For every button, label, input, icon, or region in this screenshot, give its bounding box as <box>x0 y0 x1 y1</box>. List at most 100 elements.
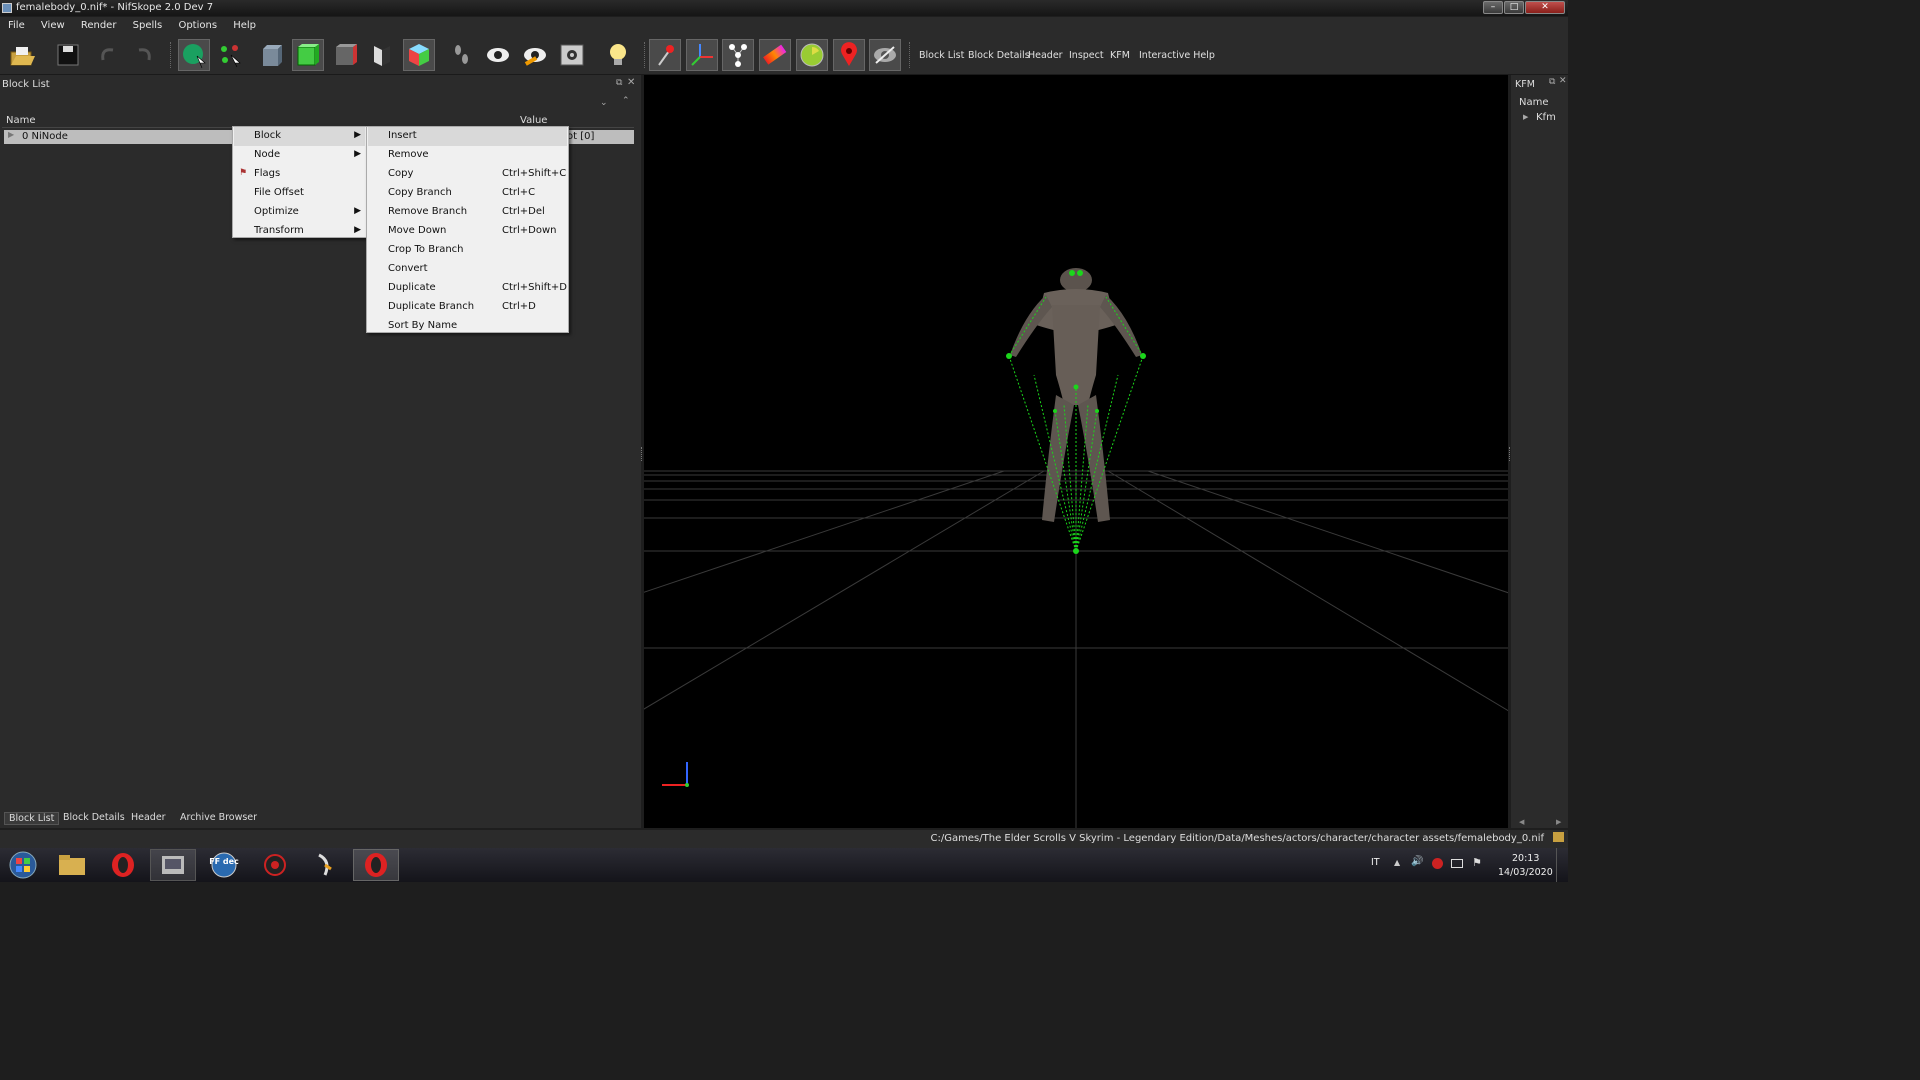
toolbar-block-details[interactable]: Block Details <box>965 49 1033 62</box>
submenu-item-insert[interactable]: Insert <box>368 127 567 146</box>
panel-title: Block List <box>2 79 50 90</box>
box-icon[interactable] <box>256 39 288 71</box>
close-panel-icon[interactable]: ✕ <box>1559 76 1567 86</box>
title-bar: femalebody_0.nif* - NifSkope 2.0 Dev 7 –… <box>0 0 1568 16</box>
submenu-item-sort-by-name[interactable]: Sort By Name <box>368 317 567 336</box>
menu-item-file-offset[interactable]: File Offset <box>234 184 365 203</box>
action-center-icon[interactable]: ⚑ <box>1472 856 1482 869</box>
clock-date[interactable]: 14/03/2020 <box>1498 867 1553 878</box>
nifskope-icon[interactable] <box>302 849 348 881</box>
menu-item-transform[interactable]: Transform ▶ <box>234 222 365 241</box>
submenu-item-remove[interactable]: Remove <box>368 146 567 165</box>
kfm-item[interactable]: Kfm <box>1536 112 1556 123</box>
submenu-item-remove-branch[interactable]: Remove Branch Ctrl+Del <box>368 203 567 222</box>
opera-icon[interactable] <box>100 849 146 881</box>
tab-archive-browser[interactable]: Archive Browser <box>176 812 261 823</box>
submenu-item-copy[interactable]: Copy Ctrl+Shift+C <box>368 165 567 184</box>
green-box-icon[interactable] <box>292 39 324 71</box>
minimize-button[interactable]: – <box>1483 1 1503 14</box>
select-object-icon[interactable] <box>178 39 210 71</box>
menu-render[interactable]: Render <box>73 17 122 35</box>
submenu-arrow-icon: ▶ <box>354 130 361 140</box>
toolbar-header[interactable]: Header <box>1025 49 1066 62</box>
language-indicator[interactable]: IT <box>1371 857 1380 868</box>
submenu-item-move-down[interactable]: Move Down Ctrl+Down <box>368 222 567 241</box>
kfm-column-name[interactable]: Name <box>1519 97 1549 108</box>
undo-icon[interactable] <box>92 39 124 71</box>
toolbar-kfm[interactable]: KFM <box>1107 49 1133 62</box>
clock-time[interactable]: 20:13 <box>1512 853 1539 864</box>
menu-spells[interactable]: Spells <box>125 17 168 35</box>
collapse-all-icon[interactable]: ⌃ <box>622 96 630 106</box>
network-icon[interactable] <box>1451 859 1463 868</box>
submenu-item-duplicate-branch[interactable]: Duplicate Branch Ctrl+D <box>368 298 567 317</box>
submenu-item-crop-to-branch[interactable]: Crop To Branch <box>368 241 567 260</box>
close-panel-icon[interactable]: ✕ <box>627 77 635 88</box>
folder-icon <box>1553 832 1564 842</box>
flip-icon[interactable] <box>366 39 398 71</box>
nodes-icon[interactable] <box>722 39 754 71</box>
menu-item-block[interactable]: Block ▶ <box>234 127 365 146</box>
media-icon[interactable] <box>150 849 196 881</box>
show-desktop-button[interactable] <box>1556 848 1568 882</box>
splitter-handle[interactable] <box>641 447 644 461</box>
toolbar-inspect[interactable]: Inspect <box>1066 49 1107 62</box>
expand-arrow-icon[interactable]: ▶ <box>8 130 14 139</box>
light-icon[interactable] <box>602 39 634 71</box>
explorer-icon[interactable] <box>49 849 95 881</box>
column-name[interactable]: Name <box>6 115 36 126</box>
menu-file[interactable]: File <box>0 17 30 35</box>
hidden-eye-icon[interactable] <box>869 39 901 71</box>
float-panel-icon[interactable]: ⧉ <box>616 78 622 88</box>
antivirus-icon[interactable] <box>1432 858 1443 869</box>
expand-all-icon[interactable]: ⌄ <box>600 98 608 108</box>
maximize-button[interactable]: □ <box>1504 1 1524 14</box>
marker-icon[interactable] <box>833 39 865 71</box>
show-hidden-icons[interactable]: ▲ <box>1394 858 1400 867</box>
float-panel-icon[interactable]: ⧉ <box>1549 77 1555 87</box>
close-button[interactable]: ✕ <box>1525 1 1565 14</box>
save-icon[interactable] <box>52 39 84 71</box>
window-title: femalebody_0.nif* - NifSkope 2.0 Dev 7 <box>16 2 214 13</box>
axes-icon[interactable] <box>686 39 718 71</box>
screenshot-icon[interactable] <box>556 39 588 71</box>
clock-icon[interactable] <box>796 39 828 71</box>
menu-item-optimize[interactable]: Optimize ▶ <box>234 203 365 222</box>
column-value[interactable]: Value <box>520 115 547 126</box>
scroll-right-icon[interactable]: ▶ <box>1556 818 1561 826</box>
select-vertex-icon[interactable] <box>214 39 246 71</box>
cube-icon[interactable] <box>403 39 435 71</box>
expand-arrow-icon[interactable]: ▶ <box>1523 113 1528 121</box>
submenu-item-copy-branch[interactable]: Copy Branch Ctrl+C <box>368 184 567 203</box>
volume-icon[interactable]: 🔊 <box>1411 856 1423 867</box>
footprint-icon[interactable] <box>446 39 478 71</box>
menu-item-flags[interactable]: ⚑ Flags <box>234 165 365 184</box>
tab-block-list[interactable]: Block List <box>4 812 60 825</box>
menu-options[interactable]: Options <box>170 17 222 35</box>
opera-active-icon[interactable] <box>353 849 399 881</box>
toolbar-interactive-help[interactable]: Interactive Help <box>1136 49 1218 62</box>
app-icon <box>2 3 12 13</box>
menu-item-node[interactable]: Node ▶ <box>234 146 365 165</box>
redo-icon[interactable] <box>128 39 160 71</box>
block-submenu: Insert Remove Copy Ctrl+Shift+C Copy Bran… <box>366 126 569 333</box>
ffdec-icon[interactable]: FF dec <box>201 849 247 881</box>
open-icon[interactable] <box>6 39 38 71</box>
eye-icon[interactable] <box>482 39 514 71</box>
gradient-icon[interactable] <box>759 39 791 71</box>
tab-header[interactable]: Header <box>127 812 170 823</box>
pin-icon[interactable] <box>649 39 681 71</box>
windows-start-icon[interactable] <box>0 849 46 881</box>
flags-icon: ⚑ <box>239 168 248 178</box>
submenu-item-convert[interactable]: Convert <box>368 260 567 279</box>
game-icon[interactable] <box>252 849 298 881</box>
scroll-left-icon[interactable]: ◀ <box>1519 818 1524 826</box>
red-box-icon[interactable] <box>330 39 362 71</box>
render-viewport[interactable] <box>644 75 1508 828</box>
eye-orange-icon[interactable] <box>519 39 551 71</box>
menu-view[interactable]: View <box>33 17 70 35</box>
menu-help[interactable]: Help <box>225 17 261 35</box>
toolbar-block-list[interactable]: Block List <box>916 49 967 62</box>
submenu-item-duplicate[interactable]: Duplicate Ctrl+Shift+D <box>368 279 567 298</box>
tab-block-details[interactable]: Block Details <box>59 812 129 823</box>
